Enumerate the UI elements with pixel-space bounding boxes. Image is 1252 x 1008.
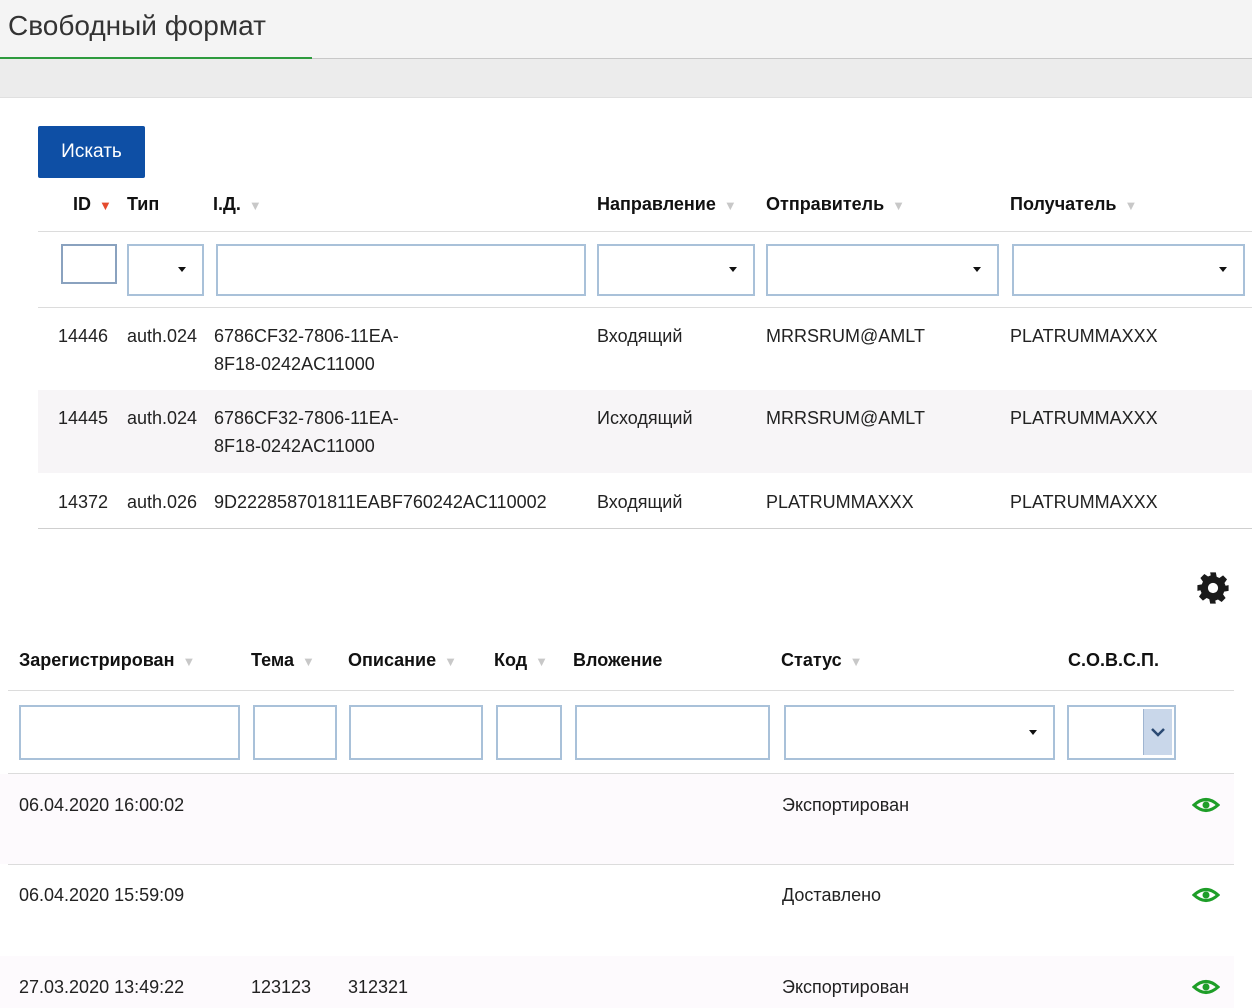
table-row[interactable]: 14372 auth.026 9D222858701811EABF760242A…: [38, 473, 1252, 528]
filter-id-input[interactable]: [61, 244, 117, 284]
column-header-status[interactable]: Статус ▼: [781, 650, 863, 671]
cell-id: 14446: [58, 326, 109, 346]
page-title: Свободный формат: [8, 10, 266, 41]
column-header-receiver-label: Получатель: [1010, 194, 1117, 214]
cell-ident-continued: 8F18-0242AC11000: [214, 354, 375, 374]
cell-id: 14372: [58, 492, 109, 512]
cell-sender: PLATRUMMAXXX: [766, 492, 914, 512]
filter-sovsp-select[interactable]: [1067, 705, 1176, 760]
cell-id: 14445: [58, 408, 109, 428]
chevron-down-icon: [1151, 728, 1165, 737]
column-header-attachment[interactable]: Вложение: [573, 650, 662, 671]
column-header-registered-label: Зарегистрирован: [19, 650, 175, 670]
eye-icon[interactable]: [1192, 977, 1220, 997]
cell-receiver: PLATRUMMAXXX: [1010, 326, 1158, 346]
cell-status: Экспортирован: [782, 977, 910, 997]
cell-sender: MRRSRUM@AMLT: [766, 326, 925, 346]
column-header-direction[interactable]: Направление ▼: [597, 194, 737, 215]
caret-down-icon: [1029, 730, 1037, 735]
cell-ident: 9D222858701811EABF760242AC110002: [214, 492, 547, 512]
column-header-description-label: Описание: [348, 650, 437, 670]
table-row[interactable]: 06.04.2020 16:00:02 Экспортирован: [0, 774, 1234, 864]
caret-down-icon: [973, 267, 981, 272]
filter-ident-input[interactable]: [216, 244, 586, 296]
cell-type: auth.026: [127, 492, 198, 512]
cell-registered: 06.04.2020 16:00:02: [19, 795, 185, 815]
gear-icon[interactable]: [1196, 571, 1230, 605]
cell-direction: Входящий: [597, 492, 683, 512]
cell-receiver: PLATRUMMAXXX: [1010, 408, 1158, 428]
search-button[interactable]: Искать: [38, 126, 145, 178]
column-header-subject-label: Тема: [251, 650, 294, 670]
filter-code-input[interactable]: [496, 705, 562, 760]
column-header-direction-label: Направление: [597, 194, 716, 214]
sort-arrow-icon[interactable]: ▼: [1124, 198, 1137, 213]
sort-arrow-icon[interactable]: ▼: [99, 198, 112, 213]
column-header-id[interactable]: ID ▼: [73, 194, 112, 215]
column-header-ident[interactable]: I.Д. ▼: [213, 194, 262, 215]
cell-status: Доставлено: [782, 885, 882, 905]
column-header-receiver[interactable]: Получатель ▼: [1010, 194, 1137, 215]
column-header-ident-label: I.Д.: [213, 194, 241, 214]
cell-registered: 27.03.2020 13:49:22: [19, 977, 185, 997]
cell-status: Экспортирован: [782, 795, 910, 815]
filter-subject-input[interactable]: [253, 705, 337, 760]
page-header: Свободный формат: [0, 0, 1252, 59]
divider: [38, 231, 1252, 232]
dropdown-button[interactable]: [1143, 709, 1172, 755]
caret-down-icon: [1219, 267, 1227, 272]
sort-arrow-icon[interactable]: ▼: [182, 654, 195, 669]
sort-arrow-icon[interactable]: ▼: [724, 198, 737, 213]
cell-subject: 123123: [251, 977, 312, 997]
sort-arrow-icon[interactable]: ▼: [249, 198, 262, 213]
column-header-status-label: Статус: [781, 650, 842, 670]
sort-arrow-icon[interactable]: ▼: [892, 198, 905, 213]
table-row[interactable]: 06.04.2020 15:59:09 Доставлено: [0, 865, 1234, 955]
column-header-type[interactable]: Тип: [127, 194, 159, 215]
cell-registered: 06.04.2020 15:59:09: [19, 885, 185, 905]
cell-type: auth.024: [127, 326, 198, 346]
column-header-id-label: ID: [73, 194, 91, 214]
column-header-sovsp[interactable]: С.О.В.С.П.: [1068, 650, 1159, 671]
column-header-code[interactable]: Код ▼: [494, 650, 548, 671]
cell-ident-continued: 8F18-0242AC11000: [214, 436, 375, 456]
filter-registered-input[interactable]: [19, 705, 240, 760]
table-row[interactable]: 27.03.2020 13:49:22 123123 312321 Экспор…: [0, 956, 1234, 1008]
column-header-description[interactable]: Описание ▼: [348, 650, 457, 671]
filter-status-select[interactable]: [784, 705, 1055, 760]
column-header-code-label: Код: [494, 650, 528, 670]
column-header-sender-label: Отправитель: [766, 194, 885, 214]
filter-attachment-input[interactable]: [575, 705, 770, 760]
eye-icon[interactable]: [1192, 885, 1220, 905]
cell-ident: 6786CF32-7806-11EA-: [214, 408, 399, 428]
filter-description-input[interactable]: [349, 705, 483, 760]
caret-down-icon: [178, 267, 186, 272]
toolbar-band: [0, 59, 1252, 98]
divider: [38, 528, 1252, 529]
caret-down-icon: [729, 267, 737, 272]
sort-arrow-icon[interactable]: ▼: [444, 654, 457, 669]
column-header-sender[interactable]: Отправитель ▼: [766, 194, 905, 215]
sort-arrow-icon[interactable]: ▼: [535, 654, 548, 669]
filter-type-select[interactable]: [127, 244, 204, 296]
cell-ident: 6786CF32-7806-11EA-: [214, 326, 399, 346]
eye-icon[interactable]: [1192, 795, 1220, 815]
table-row[interactable]: 14446 auth.024 6786CF32-7806-11EA- 8F18-…: [38, 308, 1252, 390]
column-header-subject[interactable]: Тема ▼: [251, 650, 315, 671]
filter-sender-select[interactable]: [766, 244, 999, 296]
cell-description: 312321: [348, 977, 409, 997]
cell-sender: MRRSRUM@AMLT: [766, 408, 925, 428]
column-header-registered[interactable]: Зарегистрирован ▼: [19, 650, 195, 671]
cell-receiver: PLATRUMMAXXX: [1010, 492, 1158, 512]
cell-type: auth.024: [127, 408, 198, 428]
table-row[interactable]: 14445 auth.024 6786CF32-7806-11EA- 8F18-…: [38, 390, 1252, 473]
sort-arrow-icon[interactable]: ▼: [850, 654, 863, 669]
sort-arrow-icon[interactable]: ▼: [302, 654, 315, 669]
divider: [8, 690, 1234, 691]
cell-direction: Входящий: [597, 326, 683, 346]
cell-direction: Исходящий: [597, 408, 693, 428]
filter-receiver-select[interactable]: [1012, 244, 1245, 296]
filter-direction-select[interactable]: [597, 244, 755, 296]
